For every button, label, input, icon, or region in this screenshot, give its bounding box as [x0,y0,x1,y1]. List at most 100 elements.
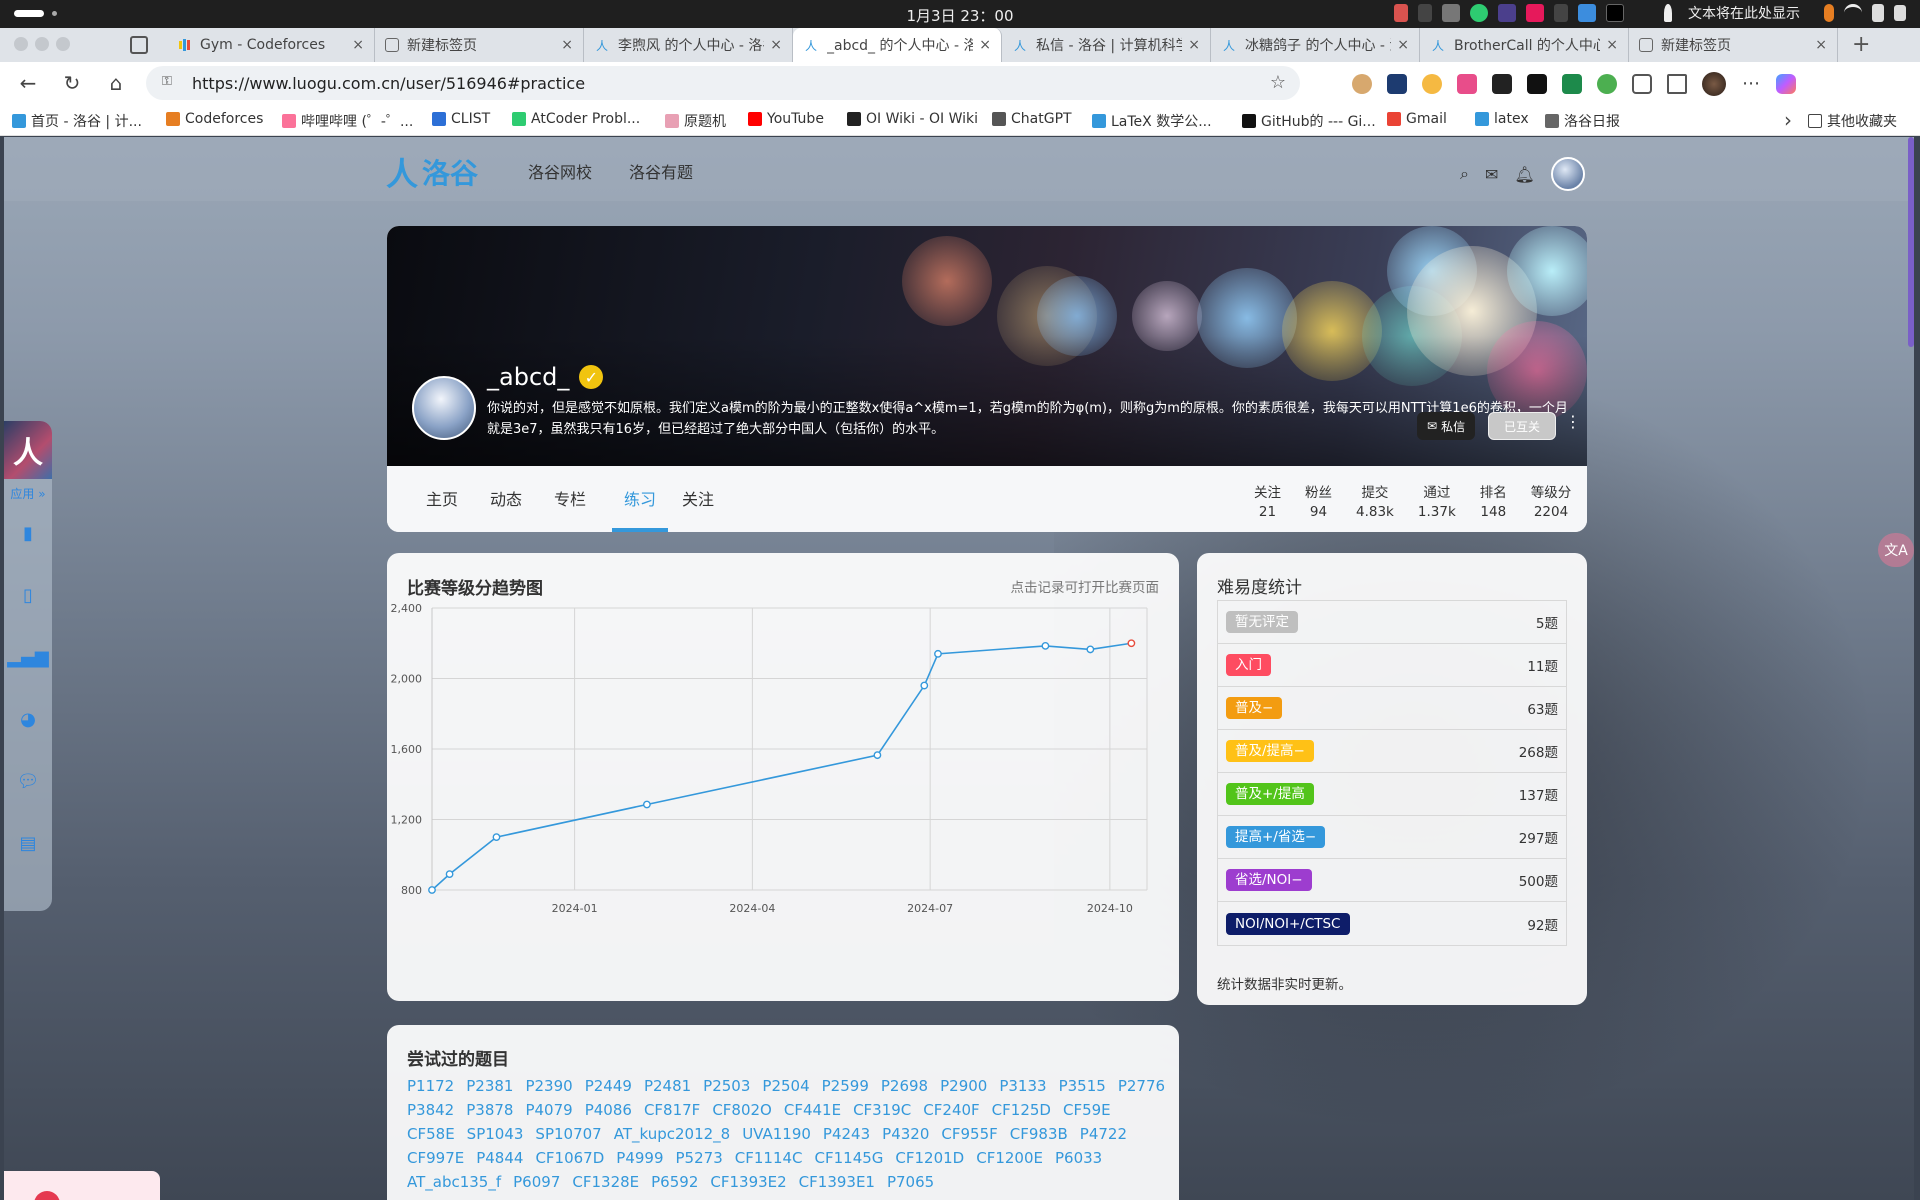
extension-icon[interactable] [1492,74,1512,94]
profile-stat[interactable]: 通过 1.37k [1406,481,1468,520]
bookmark-star-icon[interactable]: ☆ [1270,72,1286,93]
nav-problems[interactable]: 洛谷有题 [629,159,693,183]
rating-point[interactable] [1086,645,1095,654]
tab-actions-icon[interactable] [130,36,148,54]
wifi-icon[interactable] [1844,4,1862,22]
page-scrollbar[interactable] [1908,137,1914,347]
tray-app-icon[interactable] [1526,4,1544,22]
profile-stat[interactable]: 提交 4.83k [1344,481,1406,520]
mutual-follow-button[interactable]: 已互关 [1488,412,1556,440]
profile-avatar[interactable] [412,376,476,440]
book-icon[interactable]: ▮ [4,502,52,564]
extension-icon[interactable] [1352,74,1372,94]
site-info-icon[interactable]: ⚿ [162,74,178,90]
browser-tab[interactable]: Gym - Codeforces × [166,28,375,62]
bookmark-item[interactable]: OI Wiki - OI Wiki [847,111,978,127]
problem-link[interactable]: SP1043 [467,1124,524,1144]
problem-link[interactable]: UVA1190 [742,1124,811,1144]
problem-link[interactable]: CF59E [1063,1100,1111,1120]
profile-stat[interactable]: 粉丝 94 [1293,481,1344,520]
problem-link[interactable]: P4086 [585,1100,632,1120]
problem-link[interactable]: P2449 [585,1076,632,1096]
extension-icon[interactable] [1422,74,1442,94]
bookmark-item[interactable]: CLIST [432,111,490,127]
address-bar[interactable]: ⚿ https://www.luogu.com.cn/user/516946#p… [146,66,1300,100]
browser-tab[interactable]: ⼈ BrotherCall 的个人中心 - 洛谷 × [1420,28,1629,62]
minimize-window-button[interactable] [35,37,49,51]
rating-point[interactable] [934,649,942,658]
problem-link[interactable]: CF802O [712,1100,772,1120]
rating-point[interactable] [920,681,929,690]
close-tab-icon[interactable]: × [770,37,782,53]
problem-link[interactable]: P7065 [887,1172,934,1192]
problem-link[interactable]: CF1145G [815,1148,884,1168]
microphone-icon[interactable] [1824,4,1834,22]
problem-link[interactable]: CF1201D [895,1148,964,1168]
wechat-icon[interactable] [1470,4,1488,22]
extension-icon[interactable] [1457,74,1477,94]
problem-link[interactable]: CF983B [1010,1124,1068,1144]
problem-link[interactable]: CF319C [853,1100,911,1120]
problem-link[interactable]: P4079 [525,1100,572,1120]
problem-link[interactable]: P4243 [823,1124,870,1144]
problem-link[interactable]: P2698 [881,1076,928,1096]
problem-link[interactable]: P3515 [1059,1076,1106,1096]
tray-app-icon[interactable] [1498,4,1516,22]
bell-icon[interactable]: 🔔︎ [1514,165,1534,184]
rating-point[interactable] [445,870,454,879]
more-options-icon[interactable]: ⋮ [1565,412,1581,431]
tray-app-icon[interactable] [1394,4,1408,22]
tray-app-icon[interactable] [1578,4,1596,22]
problem-link[interactable]: P3133 [999,1076,1046,1096]
browser-tab[interactable]: ⼈李煦风 的个人中心 - 洛谷 × [584,28,793,62]
browser-tab[interactable]: 新建标签页 × [1629,28,1838,62]
bookmark-item[interactable]: 原题机 [665,111,726,131]
bookmark-item[interactable]: 哔哩哔哩 (゜-゜... [282,111,413,131]
problem-link[interactable]: P2599 [822,1076,869,1096]
news-icon[interactable]: ▤ [4,812,52,874]
volume-icon[interactable] [1872,4,1884,22]
browser-tab[interactable]: 新建标签页 × [375,28,584,62]
problem-link[interactable]: CF955F [941,1124,997,1144]
clipboard-icon[interactable]: ▯ [4,564,52,626]
tab-activity[interactable]: 动态 [490,486,522,528]
pie-chart-icon[interactable]: ◕ [4,688,52,750]
problem-link[interactable]: AT_abc135_f [407,1172,501,1192]
problem-link[interactable]: P6592 [651,1172,698,1192]
bookmark-item[interactable]: Codeforces [166,111,263,127]
bookmark-item[interactable]: 洛谷日报 [1545,111,1620,131]
dock-apps-label[interactable]: 应用 » [4,485,52,502]
url-text[interactable]: https://www.luogu.com.cn/user/516946#pra… [192,74,585,93]
chat-icon[interactable]: 💬︎ [4,750,52,812]
problem-link[interactable]: P3842 [407,1100,454,1120]
bookmark-item[interactable]: Gmail [1387,111,1447,127]
problem-link[interactable]: CF58E [407,1124,455,1144]
profile-stat[interactable]: 排名 148 [1468,481,1519,520]
problem-link[interactable]: CF125D [992,1100,1051,1120]
reload-icon[interactable]: ↻ [60,71,84,95]
problem-link[interactable]: P6033 [1055,1148,1102,1168]
profile-stat[interactable]: 等级分 2204 [1519,481,1584,520]
close-window-button[interactable] [14,37,28,51]
browser-tab[interactable]: ⼈冰糖鸽子 的个人中心 - 洛谷 × [1211,28,1420,62]
extension-icon[interactable] [1562,74,1582,94]
copilot-icon[interactable] [1776,74,1796,94]
new-tab-button[interactable]: + [1852,32,1870,57]
bookmark-item[interactable]: ChatGPT [992,111,1072,127]
back-arrow-icon[interactable]: ← [16,71,40,95]
bar-chart-icon[interactable]: ▂▄▆ [4,626,52,688]
problem-link[interactable]: CF441E [784,1100,841,1120]
more-bookmarks-chevron-icon[interactable]: › [1784,104,1792,136]
close-tab-icon[interactable]: × [352,37,364,53]
problem-link[interactable]: P2390 [525,1076,572,1096]
user-avatar[interactable] [1550,157,1585,191]
problem-link[interactable]: P4722 [1080,1124,1127,1144]
bluetooth-icon[interactable] [1554,4,1568,22]
problem-link[interactable]: CF997E [407,1148,464,1168]
problem-link[interactable]: P5273 [676,1148,723,1168]
problem-link[interactable]: AT_kupc2012_8 [614,1124,730,1144]
problem-link[interactable]: CF1114C [735,1148,803,1168]
rating-point[interactable] [873,751,882,760]
problem-link[interactable]: P4320 [882,1124,929,1144]
bookmark-item[interactable]: 首页 - 洛谷 | 计... [12,111,142,131]
